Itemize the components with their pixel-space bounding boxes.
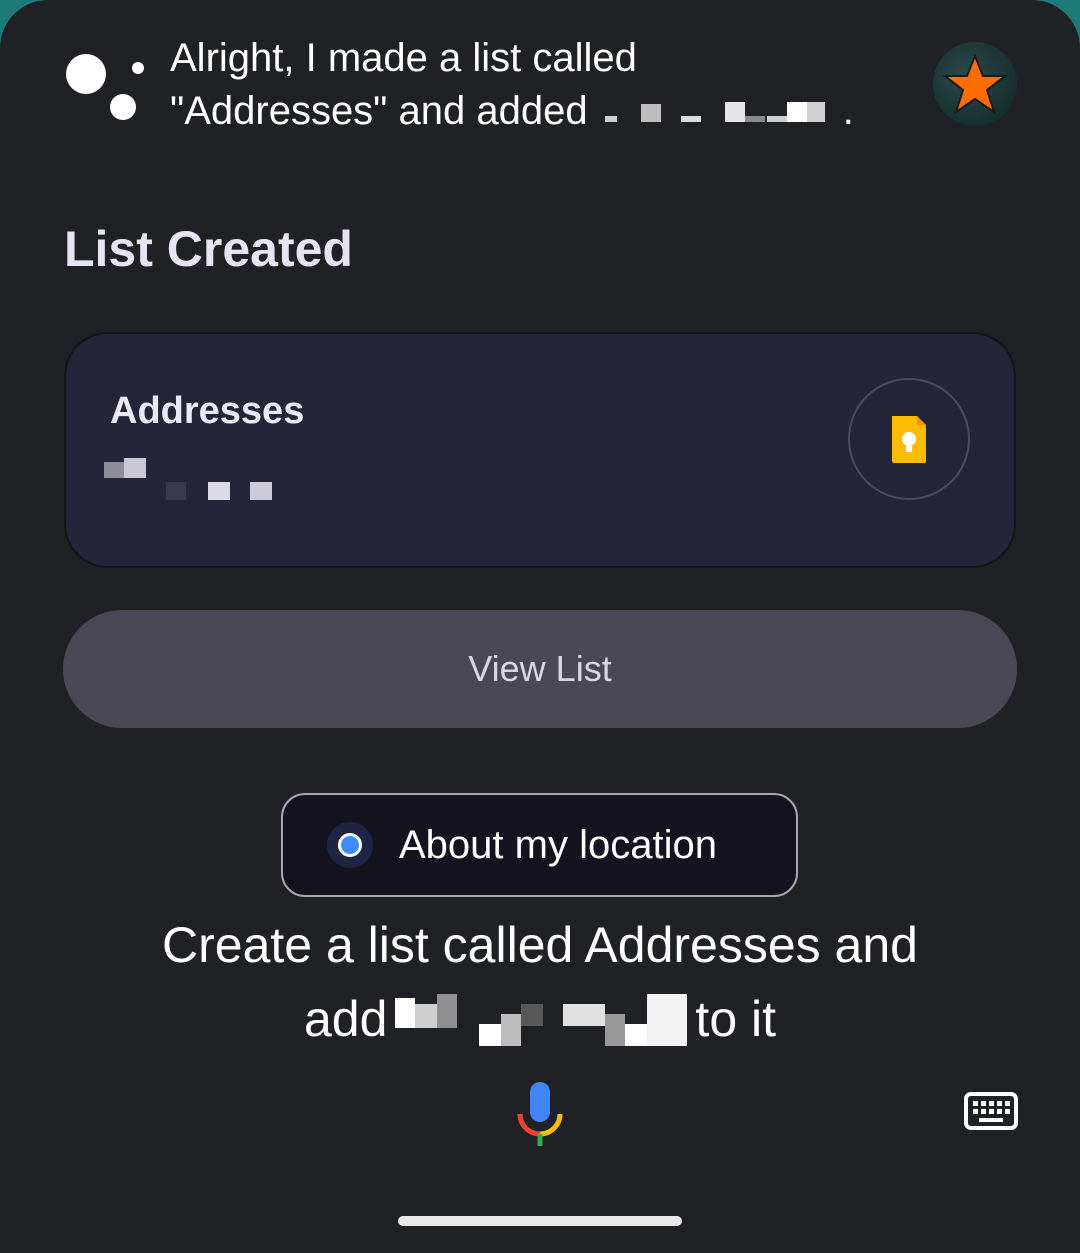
microphone-icon[interactable] xyxy=(516,1080,564,1150)
response-line-2-prefix: "Addresses" and added xyxy=(170,89,588,133)
google-assistant-logo-icon xyxy=(64,46,148,126)
account-avatar[interactable] xyxy=(933,42,1017,126)
response-line-2: "Addresses" and added . xyxy=(170,85,890,138)
keyboard-icon xyxy=(964,1092,1018,1130)
star-icon xyxy=(943,53,1007,115)
response-line-2-suffix: . xyxy=(842,89,854,133)
open-in-keep-button[interactable] xyxy=(848,378,970,500)
query-line-1: Create a list called Addresses and xyxy=(162,917,918,973)
query-line-2-prefix: add xyxy=(303,991,388,1047)
redacted-list-item xyxy=(104,458,304,502)
list-card[interactable]: Addresses xyxy=(64,332,1016,568)
query-line-2-suffix: to it xyxy=(695,991,777,1047)
assistant-response: Alright, I made a list called "Addresses… xyxy=(170,32,890,138)
google-keep-icon xyxy=(892,416,926,463)
keyboard-button[interactable] xyxy=(964,1092,1018,1130)
view-list-button[interactable]: View List xyxy=(63,610,1017,728)
home-indicator[interactable] xyxy=(398,1216,682,1226)
section-title: List Created xyxy=(64,221,353,277)
query-line-2: add to it xyxy=(0,982,1080,1056)
list-name: Addresses xyxy=(110,390,305,432)
response-line-1: Alright, I made a list called xyxy=(170,36,637,80)
redacted-text xyxy=(395,994,688,1046)
redacted-text xyxy=(601,102,841,124)
assistant-sheet: Alright, I made a list called "Addresses… xyxy=(0,0,1080,1253)
location-dot-icon xyxy=(327,822,373,868)
suggestion-chip-label: About my location xyxy=(399,822,717,867)
user-query: Create a list called Addresses and add t… xyxy=(0,908,1080,1056)
suggestion-chip-about-location[interactable]: About my location xyxy=(281,793,798,897)
